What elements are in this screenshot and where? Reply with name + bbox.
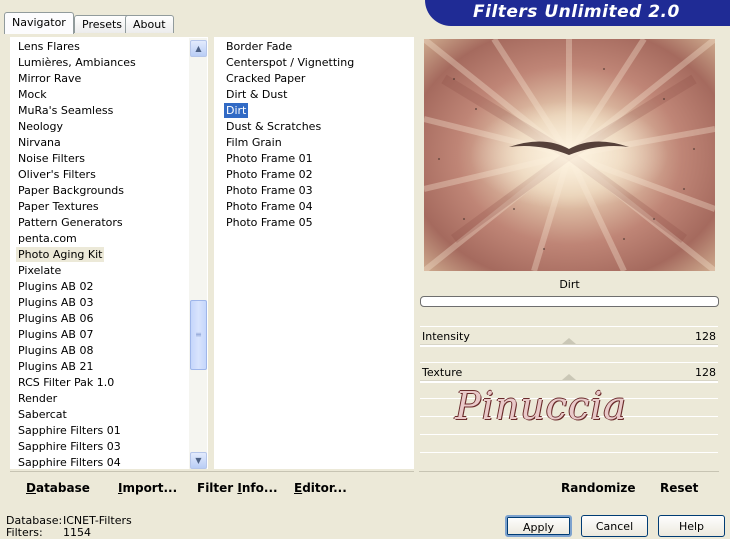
list-item[interactable]: penta.com	[16, 231, 79, 246]
list-item[interactable]: Plugins AB 02	[16, 279, 95, 294]
list-item[interactable]: Neology	[16, 119, 65, 134]
list-item[interactable]: Pattern Generators	[16, 215, 125, 230]
list-item[interactable]: Photo Aging Kit	[16, 247, 105, 262]
list-item[interactable]: Pixelate	[16, 263, 63, 278]
list-item[interactable]: Photo Frame 01	[224, 151, 315, 166]
app-title: Filters Unlimited 2.0	[473, 2, 680, 22]
randomize-button[interactable]: Randomize	[561, 481, 635, 495]
tab-navigator[interactable]: Navigator	[4, 12, 74, 34]
title-banner: Filters Unlimited 2.0	[425, 0, 730, 26]
editor-button[interactable]: Editor...	[294, 481, 347, 495]
list-item[interactable]: Oliver's Filters	[16, 167, 98, 182]
list-item[interactable]: Photo Frame 02	[224, 167, 315, 182]
list-item[interactable]: Plugins AB 21	[16, 359, 95, 374]
category-scrollbar[interactable]: ▲ ≡ ▼	[189, 38, 207, 469]
list-item[interactable]: Sabercat	[16, 407, 69, 422]
list-item[interactable]: Lumières, Ambiances	[16, 55, 138, 70]
list-item[interactable]: Photo Frame 05	[224, 215, 315, 230]
scroll-down-icon[interactable]: ▼	[190, 452, 207, 469]
list-item[interactable]: Dirt & Dust	[224, 87, 289, 102]
list-item[interactable]: Plugins AB 06	[16, 311, 95, 326]
status-info: Database:ICNET-Filters Filters: 1154	[6, 515, 132, 539]
scroll-up-icon[interactable]: ▲	[190, 40, 207, 57]
preview-filter-name: Dirt	[559, 278, 580, 291]
list-item[interactable]: Lens Flares	[16, 39, 82, 54]
progress-bar	[420, 296, 719, 307]
watermark-signature: Pinuccia	[455, 384, 628, 428]
left-button-bar: Database Import... Filter Info... Editor…	[10, 471, 414, 500]
right-button-bar: Randomize Reset	[419, 471, 719, 500]
list-item[interactable]: Plugins AB 03	[16, 295, 95, 310]
filters-count: 1154	[63, 526, 91, 539]
apply-button[interactable]: Apply	[505, 515, 572, 537]
list-item[interactable]: Mock	[16, 87, 49, 102]
filter-list[interactable]: Border Fade Centerspot / Vignetting Cracke…	[214, 37, 414, 469]
list-item[interactable]: RCS Filter Pak 1.0	[16, 375, 116, 390]
list-item[interactable]: Noise Filters	[16, 151, 87, 166]
list-item[interactable]: Film Grain	[224, 135, 284, 150]
intensity-label: Intensity	[422, 330, 470, 343]
list-item[interactable]: Plugins AB 08	[16, 343, 95, 358]
preview-image	[424, 39, 715, 271]
import-button[interactable]: Import...	[118, 481, 177, 495]
category-list[interactable]: Lens Flares Lumières, Ambiances Mirror Rav…	[10, 37, 208, 469]
list-item[interactable]: Sapphire Filters 01	[16, 423, 123, 438]
list-item[interactable]: Cracked Paper	[224, 71, 307, 86]
tab-presets[interactable]: Presets	[74, 15, 131, 33]
list-item[interactable]: Dust & Scratches	[224, 119, 323, 134]
help-button[interactable]: Help	[658, 515, 725, 537]
list-item[interactable]: Sapphire Filters 03	[16, 439, 123, 454]
list-item[interactable]: Photo Frame 03	[224, 183, 315, 198]
list-item[interactable]: Paper Textures	[16, 199, 101, 214]
reset-button[interactable]: Reset	[660, 481, 698, 495]
database-button[interactable]: Database	[26, 481, 90, 495]
texture-label: Texture	[422, 366, 463, 379]
texture-value: 128	[695, 366, 716, 379]
intensity-value: 128	[695, 330, 716, 343]
list-item[interactable]: Border Fade	[224, 39, 294, 54]
list-item[interactable]: Mirror Rave	[16, 71, 83, 86]
preview-artwork	[424, 39, 715, 271]
scroll-thumb[interactable]: ≡	[190, 300, 207, 370]
list-item[interactable]: Dirt	[224, 103, 249, 118]
list-item[interactable]: Render	[16, 391, 59, 406]
list-item[interactable]: Centerspot / Vignetting	[224, 55, 356, 70]
filter-info-button[interactable]: Filter Info...	[197, 481, 278, 495]
tab-about[interactable]: About	[125, 15, 174, 33]
cancel-button[interactable]: Cancel	[581, 515, 648, 537]
list-item[interactable]: Sapphire Filters 04	[16, 455, 123, 470]
list-item[interactable]: MuRa's Seamless	[16, 103, 115, 118]
list-item[interactable]: Plugins AB 07	[16, 327, 95, 342]
list-item[interactable]: Nirvana	[16, 135, 63, 150]
list-item[interactable]: Paper Backgrounds	[16, 183, 126, 198]
list-item[interactable]: Photo Frame 04	[224, 199, 315, 214]
filters-key: Filters:	[6, 526, 43, 539]
